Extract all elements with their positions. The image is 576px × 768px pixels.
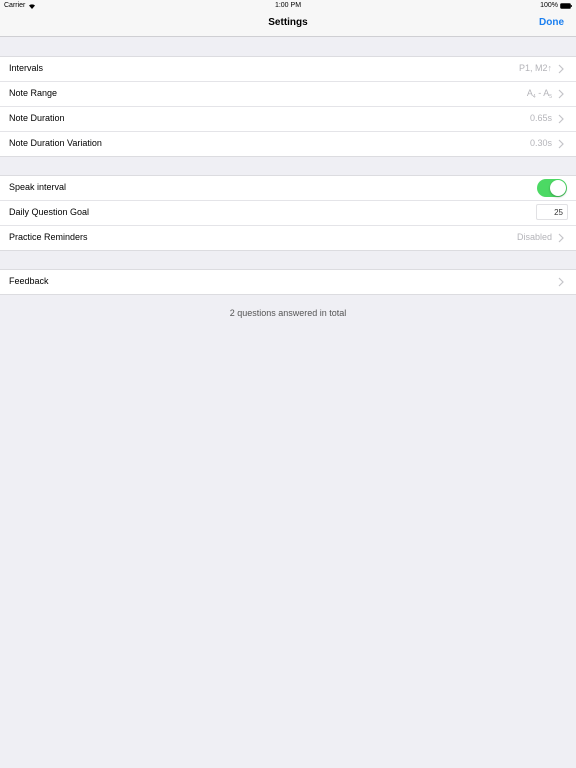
daily-goal-label: Daily Question Goal bbox=[9, 207, 90, 217]
battery-icon bbox=[560, 3, 572, 9]
note-duration-value: 0.65s bbox=[529, 113, 552, 123]
chevron-right-icon bbox=[558, 139, 564, 149]
note-duration-variation-row[interactable]: Note Duration Variation 0.30s bbox=[0, 132, 576, 156]
done-button[interactable]: Done bbox=[539, 17, 564, 28]
practice-reminders-label: Practice Reminders bbox=[9, 232, 88, 242]
practice-settings-group: Speak interval Daily Question Goal 25 Pr… bbox=[0, 175, 576, 251]
note-duration-variation-value: 0.30s bbox=[529, 138, 552, 148]
feedback-label: Feedback bbox=[9, 276, 49, 286]
feedback-row[interactable]: Feedback bbox=[0, 270, 576, 294]
chevron-right-icon bbox=[558, 64, 564, 74]
note-duration-label: Note Duration bbox=[9, 113, 65, 123]
note-range-label: Note Range bbox=[9, 88, 58, 98]
feedback-group: Feedback bbox=[0, 269, 576, 295]
daily-goal-row: Daily Question Goal 25 bbox=[0, 201, 576, 226]
speak-interval-toggle[interactable] bbox=[537, 179, 567, 197]
note-range-value: A4 - A5 bbox=[527, 88, 552, 100]
speak-interval-label: Speak interval bbox=[9, 182, 67, 192]
toggle-knob bbox=[550, 180, 566, 196]
practice-reminders-value: Disabled bbox=[516, 232, 552, 242]
chevron-right-icon bbox=[558, 114, 564, 124]
chevron-right-icon bbox=[558, 233, 564, 243]
page-title: Settings bbox=[268, 17, 308, 28]
note-duration-variation-label: Note Duration Variation bbox=[9, 138, 102, 148]
note-range-row[interactable]: Note Range A4 - A5 bbox=[0, 82, 576, 107]
status-bar: Carrier 1:00 PM 100% bbox=[0, 0, 576, 12]
speak-interval-row: Speak interval bbox=[0, 176, 576, 201]
intervals-value: P1, M2↑ bbox=[518, 63, 552, 73]
chevron-right-icon bbox=[558, 89, 564, 99]
status-time: 1:00 PM bbox=[274, 2, 302, 9]
daily-goal-field[interactable]: 25 bbox=[536, 204, 568, 220]
intervals-label: Intervals bbox=[9, 63, 44, 73]
questions-answered-note: 2 questions answered in total bbox=[229, 308, 347, 318]
note-range-high-octave: 5 bbox=[549, 94, 552, 100]
note-duration-row[interactable]: Note Duration 0.65s bbox=[0, 107, 576, 132]
music-settings-group: Intervals P1, M2↑ Note Range A4 - A5 Not… bbox=[0, 56, 576, 157]
navigation-bar: Settings Done bbox=[0, 12, 576, 37]
practice-reminders-row[interactable]: Practice Reminders Disabled bbox=[0, 226, 576, 250]
intervals-row[interactable]: Intervals P1, M2↑ bbox=[0, 57, 576, 82]
chevron-right-icon bbox=[558, 277, 564, 287]
battery-percent: 100% bbox=[540, 2, 558, 9]
